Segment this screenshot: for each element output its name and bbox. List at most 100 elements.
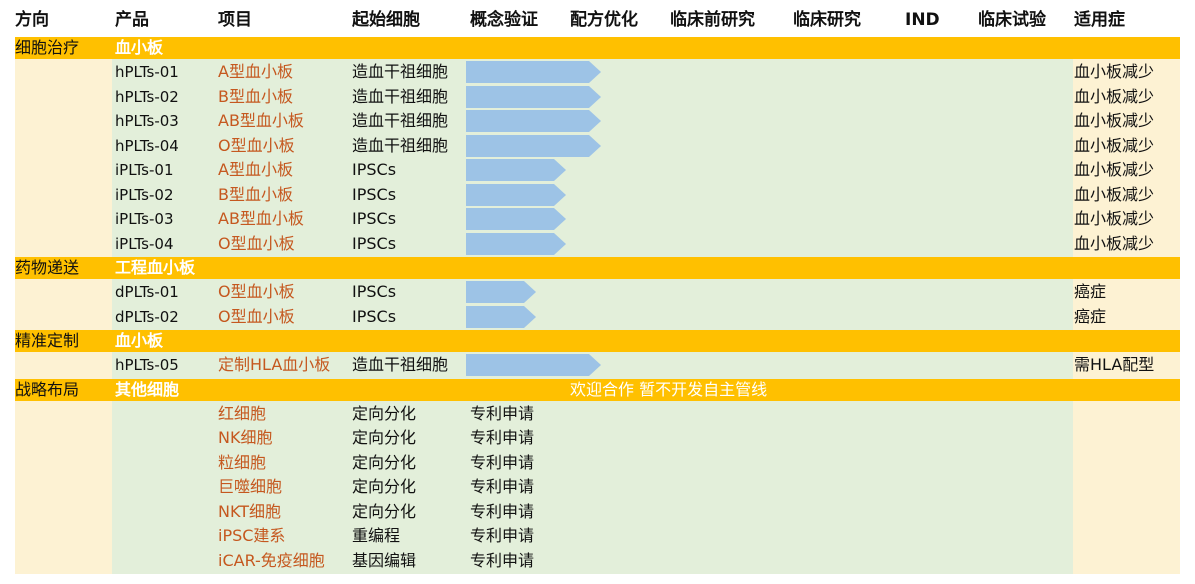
starting-cell: IPSCs [352,209,397,228]
stage-text: 专利申请 [470,526,535,545]
column-header: 配方优化 [570,10,638,30]
progress-arrow [466,134,601,159]
column-header: 项目 [218,10,252,30]
project-name: B型血小板 [218,184,293,204]
starting-cell: IPSCs [352,184,397,204]
progress-arrow [466,208,566,232]
stage-text: 专利申请 [470,550,535,570]
starting-cell: 定向分化 [352,403,417,423]
product-code: hPLTs-05 [115,356,179,374]
progress-arrow [466,159,566,183]
section-direction: 药物递送 [15,258,80,277]
starting-cell: 造血干祖细胞 [352,355,449,374]
product-code: iPLTs-01 [115,161,174,179]
project-name: B型血小板 [218,86,293,106]
stage-text: 专利申请 [470,477,535,496]
indication: 血小板减少 [1074,62,1155,81]
column-header: 概念验证 [470,10,538,30]
project-name: 巨噬细胞 [218,477,283,496]
progress-arrow [466,305,536,330]
starting-cell: 造血干祖细胞 [352,135,449,155]
starting-cell: 基因编辑 [352,550,417,570]
project-name: NKT细胞 [218,501,281,521]
starting-cell: 定向分化 [352,428,417,447]
starting-cell: 造血干祖细胞 [352,62,449,81]
project-name: NK细胞 [218,428,273,447]
starting-cell: IPSCs [352,306,397,326]
product-code: hPLTs-02 [115,87,179,106]
indication: 癌症 [1074,282,1107,301]
section-bar [15,330,1180,352]
direction-column-bg [15,352,112,379]
column-header: 临床研究 [793,10,861,30]
column-header: 临床前研究 [670,10,755,30]
indication: 血小板减少 [1074,111,1155,130]
progress-arrow [466,281,536,305]
indication: 血小板减少 [1074,209,1155,228]
project-name: iPSC建系 [218,526,286,545]
section-direction: 精准定制 [15,331,80,350]
stage-text: 专利申请 [470,452,535,472]
progress-arrow [466,354,601,378]
section-bar [15,37,1180,59]
progress-arrow [466,232,566,257]
starting-cell: IPSCs [352,160,397,179]
section-category: 工程血小板 [115,258,196,277]
column-header: IND [905,10,940,30]
section-category: 其他细胞 [115,379,180,399]
starting-cell: 定向分化 [352,501,417,521]
indication: 血小板减少 [1074,86,1155,106]
indication: 血小板减少 [1074,184,1155,204]
starting-cell: IPSCs [352,233,397,253]
direction-column-bg [15,279,112,330]
stage-text: 专利申请 [470,501,535,521]
stage-text: 专利申请 [470,428,535,447]
product-code: dPLTs-02 [115,307,179,326]
section-direction: 战略布局 [15,379,80,399]
starting-cell: 重编程 [352,526,401,545]
project-name: O型血小板 [218,233,295,253]
product-code: iPLTs-03 [115,210,174,228]
direction-column-bg [15,59,112,257]
project-name: 红细胞 [218,403,267,423]
product-code: hPLTs-03 [115,112,179,130]
product-code: dPLTs-01 [115,283,179,301]
project-name: A型血小板 [218,160,293,179]
project-name: AB型血小板 [218,111,304,130]
stage-text: 专利申请 [470,403,535,423]
starting-cell: 造血干祖细胞 [352,86,449,106]
progress-arrow [466,110,601,134]
product-code: iPLTs-04 [115,234,174,253]
product-code: iPLTs-02 [115,185,174,204]
starting-cell: 定向分化 [352,477,417,496]
column-header: 起始细胞 [352,10,420,30]
starting-cell: 定向分化 [352,452,417,472]
indication: 癌症 [1074,306,1107,326]
project-name: O型血小板 [218,135,295,155]
indication: 血小板减少 [1074,233,1155,253]
project-name: AB型血小板 [218,209,304,228]
section-direction: 细胞治疗 [15,38,80,57]
product-code: hPLTs-01 [115,63,179,81]
column-header: 方向 [15,10,49,30]
direction-column-bg [15,400,112,574]
column-header: 适用症 [1074,10,1125,30]
column-header: 产品 [115,10,149,30]
project-name: A型血小板 [218,62,293,81]
indication: 血小板减少 [1074,160,1155,179]
starting-cell: 造血干祖细胞 [352,111,449,130]
project-name: iCAR-免疫细胞 [218,550,325,570]
indication: 需HLA配型 [1074,355,1155,374]
starting-cell: IPSCs [352,282,397,301]
project-name: 粒细胞 [218,452,267,472]
project-name: 定制HLA血小板 [218,355,331,374]
section-note: 欢迎合作 暂不开发自主管线 [570,379,768,399]
progress-arrow [466,183,566,208]
section-category: 血小板 [115,331,164,350]
progress-arrow [466,85,601,110]
indication: 血小板减少 [1074,135,1155,155]
progress-arrow [466,61,601,85]
section-category: 血小板 [115,38,164,57]
indication-column-bg [1073,400,1180,574]
product-code: hPLTs-04 [115,136,179,155]
